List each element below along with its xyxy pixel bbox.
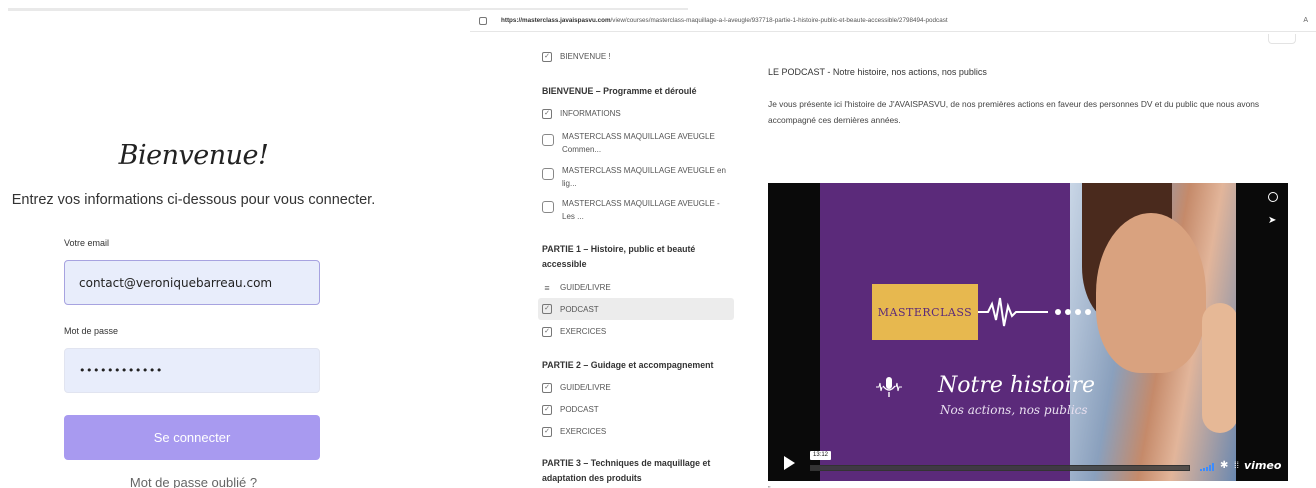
fullscreen-icon[interactable]: ⁞⁞ [1234, 460, 1239, 470]
password-field[interactable]: •••••••••••• [64, 348, 320, 393]
sidebar-item-label: MASTERCLASS MAQUILLAGE AVEUGLE en lig... [562, 166, 726, 188]
top-tab-stub [1268, 34, 1296, 44]
login-subtitle: Entrez vos informations ci-dessous pour … [11, 192, 376, 208]
sidebar-item-masterclass-3[interactable]: MASTERCLASS MAQUILLAGE AVEUGLE - Les ... [542, 197, 732, 223]
player-controls: 13:12 ✱ ⁞⁞ vimeo [768, 451, 1288, 481]
sidebar-item-exercices-2[interactable]: ✓ EXERCICES [542, 427, 732, 437]
microphone-icon [876, 377, 902, 397]
check-square-icon: ✓ [542, 304, 552, 314]
sidebar-item-label: GUIDE/LIVRE [560, 283, 611, 292]
sidebar-item-label: PODCAST [560, 304, 599, 314]
login-button[interactable]: Se connecter [64, 415, 320, 460]
address-bar[interactable]: https://masterclass.javaispasvu.com /vie… [470, 10, 1316, 32]
section-partie-3: PARTIE 3 – Techniques de maquillage et a… [542, 458, 711, 483]
volume-icon[interactable] [1200, 463, 1214, 471]
course-sidebar: ✓ BIENVENUE ! BIENVENUE – Programme et d… [536, 34, 736, 488]
gear-icon[interactable]: ✱ [1220, 460, 1228, 471]
reader-icon[interactable]: A [1303, 17, 1308, 24]
course-page: https://masterclass.javaispasvu.com /vie… [470, 10, 1316, 488]
section-partie-1: PARTIE 1 – Histoire, public et beauté ac… [542, 244, 696, 269]
login-title: Bienvenue! [118, 140, 269, 171]
progress-bar[interactable] [810, 465, 1190, 471]
video-photo-face [1096, 213, 1206, 373]
video-photo-hand [1202, 303, 1236, 433]
document-icon [542, 201, 554, 213]
section-partie-2: PARTIE 2 – Guidage et accompagnement [542, 360, 714, 370]
lesson-description: Je vous présente ici l'histoire de J'AVA… [768, 99, 1260, 125]
sidebar-item-label: EXERCICES [560, 327, 607, 336]
video-frame: MASTERCLASS Notre histoire Nos actions, … [820, 183, 1236, 481]
check-square-icon: ✓ [542, 109, 552, 119]
document-icon [542, 168, 554, 180]
sidebar-item-podcast-2[interactable]: ✓ PODCAST [542, 405, 732, 415]
masterclass-badge: MASTERCLASS [872, 284, 978, 340]
sidebar-item-masterclass-2[interactable]: MASTERCLASS MAQUILLAGE AVEUGLE en lig... [542, 164, 732, 190]
sidebar-item-label: BIENVENUE ! [560, 52, 611, 61]
check-square-icon: ✓ [542, 52, 552, 62]
sidebar-item-exercices[interactable]: ✓ EXERCICES [542, 327, 732, 337]
video-player[interactable]: MASTERCLASS Notre histoire Nos actions, … [768, 183, 1288, 481]
sidebar-item-masterclass-1[interactable]: MASTERCLASS MAQUILLAGE AVEUGLE Commen... [542, 130, 732, 156]
waveform-icon [978, 297, 1091, 327]
watch-later-icon[interactable] [1268, 192, 1278, 202]
email-label: Votre email [64, 238, 110, 248]
email-field[interactable]: contact@veroniquebarreau.com [64, 260, 320, 305]
sidebar-item-label: INFORMATIONS [560, 109, 621, 118]
lock-icon [479, 16, 487, 25]
sidebar-item-guide-livre[interactable]: ≡ GUIDE/LIVRE [542, 283, 732, 293]
sidebar-item-label: MASTERCLASS MAQUILLAGE AVEUGLE Commen... [562, 132, 715, 154]
url-path: /view/courses/masterclass-maquillage-a-l… [610, 17, 948, 24]
check-square-icon: ✓ [542, 427, 552, 437]
play-button[interactable] [784, 456, 795, 470]
check-square-icon: ✓ [542, 327, 552, 337]
sidebar-item-label: MASTERCLASS MAQUILLAGE AVEUGLE - Les ... [562, 199, 720, 221]
sidebar-item-bienvenue[interactable]: ✓ BIENVENUE ! [542, 52, 732, 62]
password-value: •••••••••••• [79, 364, 163, 377]
email-value: contact@veroniquebarreau.com [79, 275, 273, 290]
vimeo-logo[interactable]: vimeo [1244, 459, 1281, 472]
document-icon [542, 134, 554, 146]
section-bienvenue: BIENVENUE – Programme et déroulé [542, 86, 697, 96]
check-square-icon: ✓ [542, 383, 552, 393]
time-badge: 13:12 [810, 451, 832, 460]
sidebar-item-label: EXERCICES [560, 427, 607, 436]
video-headline: Notre histoire [938, 373, 1096, 398]
sidebar-item-label: GUIDE/LIVRE [560, 383, 611, 392]
lesson-title: LE PODCAST - Notre histoire, nos actions… [768, 67, 987, 77]
login-panel: Bienvenue! Entrez vos informations ci-de… [0, 0, 688, 488]
sidebar-item-podcast-active[interactable]: ✓ PODCAST [538, 298, 734, 320]
check-square-icon: ✓ [542, 405, 552, 415]
share-icon[interactable]: ➤ [1268, 215, 1276, 226]
forgot-password-link[interactable]: Mot de passe oublié ? [0, 475, 387, 488]
sidebar-item-label: PODCAST [560, 405, 599, 414]
video-subline: Nos actions, nos publics [940, 403, 1088, 417]
sidebar-item-guide-livre-2[interactable]: ✓ GUIDE/LIVRE [542, 383, 732, 393]
sidebar-item-informations[interactable]: ✓ INFORMATIONS [542, 109, 732, 119]
list-icon: ≡ [544, 283, 550, 293]
password-label: Mot de passe [64, 326, 119, 336]
masterclass-text: MASTERCLASS [877, 305, 973, 319]
url-host: https://masterclass.javaispasvu.com [501, 17, 611, 24]
